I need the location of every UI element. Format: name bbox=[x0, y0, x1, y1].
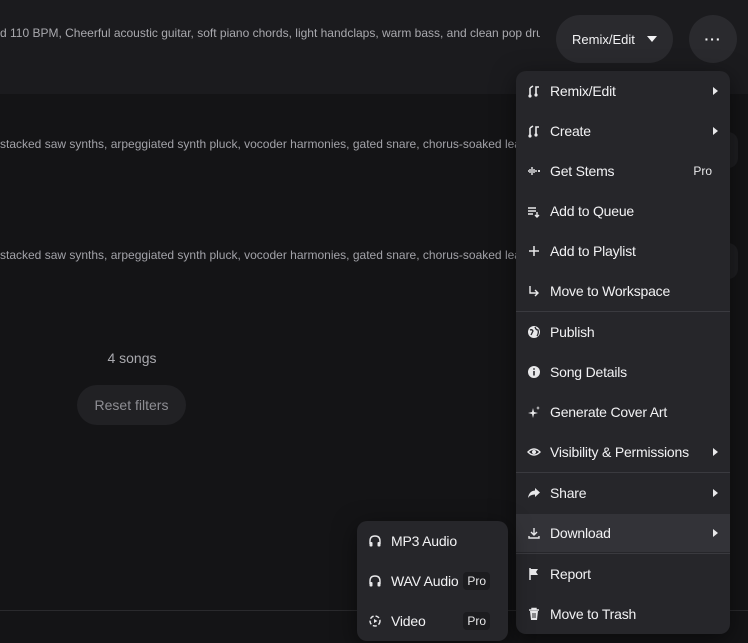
info-icon bbox=[526, 364, 542, 380]
download-wav-audio[interactable]: WAV Audio Pro bbox=[357, 562, 508, 600]
song-description: d 110 BPM, Cheerful acoustic guitar, sof… bbox=[0, 26, 540, 40]
menu-item-label: Move to Workspace bbox=[550, 283, 671, 299]
submenu-item-label: WAV Audio bbox=[391, 573, 459, 589]
menu-item-label: Move to Trash bbox=[550, 606, 637, 622]
menu-item-move-to-workspace[interactable]: Move to Workspace bbox=[516, 272, 730, 310]
move-arrow-icon bbox=[526, 283, 542, 299]
song-row-description: stacked saw synths, arpeggiated synth pl… bbox=[0, 248, 520, 262]
menu-item-visibility-permissions[interactable]: Visibility & Permissions bbox=[516, 433, 730, 471]
chevron-down-icon bbox=[646, 36, 657, 42]
menu-item-create[interactable]: Create bbox=[516, 112, 730, 150]
download-video[interactable]: Video Pro bbox=[357, 602, 508, 640]
menu-item-label: Share bbox=[550, 485, 587, 501]
menu-item-download[interactable]: Download bbox=[516, 514, 730, 552]
trash-icon bbox=[526, 606, 542, 622]
sparkle-icon bbox=[526, 404, 542, 420]
menu-item-add-to-queue[interactable]: Add to Queue bbox=[516, 192, 730, 230]
submenu-item-label: Video bbox=[391, 613, 426, 629]
chevron-right-icon bbox=[713, 127, 718, 135]
menu-item-label: Report bbox=[550, 566, 591, 582]
song-context-menu: Remix/Edit Create Get Stems Pro Add to Q… bbox=[516, 71, 730, 634]
menu-item-label: Remix/Edit bbox=[550, 83, 616, 99]
pro-badge: Pro bbox=[463, 572, 490, 590]
create-icon bbox=[526, 123, 542, 139]
menu-item-publish[interactable]: Publish bbox=[516, 313, 730, 351]
headphones-icon bbox=[367, 573, 383, 589]
songs-count: 4 songs bbox=[107, 350, 157, 366]
queue-icon bbox=[526, 203, 542, 219]
stems-icon bbox=[526, 163, 542, 179]
menu-item-get-stems[interactable]: Get Stems Pro bbox=[516, 152, 730, 190]
menu-divider bbox=[516, 472, 730, 473]
menu-item-add-to-playlist[interactable]: Add to Playlist bbox=[516, 232, 730, 270]
ellipsis-icon: ··· bbox=[704, 31, 722, 47]
pro-badge: Pro bbox=[463, 612, 490, 630]
remix-icon bbox=[526, 83, 542, 99]
menu-item-label: Publish bbox=[550, 324, 595, 340]
menu-item-label: Get Stems bbox=[550, 163, 615, 179]
globe-icon bbox=[526, 324, 542, 340]
menu-item-label: Create bbox=[550, 123, 591, 139]
more-options-button[interactable]: ··· bbox=[689, 15, 737, 63]
menu-item-report[interactable]: Report bbox=[516, 555, 730, 593]
menu-divider bbox=[516, 553, 730, 554]
menu-item-song-details[interactable]: Song Details bbox=[516, 353, 730, 391]
menu-item-move-to-trash[interactable]: Move to Trash bbox=[516, 595, 730, 633]
menu-item-label: Download bbox=[550, 525, 611, 541]
menu-item-label: Visibility & Permissions bbox=[550, 444, 689, 460]
video-icon bbox=[367, 613, 383, 629]
song-row-description: stacked saw synths, arpeggiated synth pl… bbox=[0, 137, 520, 151]
chevron-right-icon bbox=[713, 87, 718, 95]
eye-icon bbox=[526, 444, 542, 460]
remix-edit-button[interactable]: Remix/Edit bbox=[556, 15, 673, 63]
share-icon bbox=[526, 485, 542, 501]
menu-item-generate-cover-art[interactable]: Generate Cover Art bbox=[516, 393, 730, 431]
download-icon bbox=[526, 525, 542, 541]
menu-item-label: Add to Queue bbox=[550, 203, 634, 219]
menu-item-label: Add to Playlist bbox=[550, 243, 636, 259]
download-mp3-audio[interactable]: MP3 Audio bbox=[357, 522, 508, 560]
remix-edit-label: Remix/Edit bbox=[572, 31, 635, 47]
menu-item-remix-edit[interactable]: Remix/Edit bbox=[516, 72, 730, 110]
menu-item-label: Song Details bbox=[550, 364, 627, 380]
menu-item-label: Generate Cover Art bbox=[550, 404, 668, 420]
headphones-icon bbox=[367, 533, 383, 549]
plus-icon bbox=[526, 243, 542, 259]
reset-filters-button[interactable]: Reset filters bbox=[77, 385, 186, 425]
menu-divider bbox=[516, 311, 730, 312]
chevron-right-icon bbox=[713, 489, 718, 497]
download-submenu: MP3 Audio WAV Audio Pro Video Pro bbox=[357, 521, 508, 641]
chevron-right-icon bbox=[713, 529, 718, 537]
chevron-right-icon bbox=[713, 448, 718, 456]
menu-item-share[interactable]: Share bbox=[516, 474, 730, 512]
submenu-item-label: MP3 Audio bbox=[391, 533, 457, 549]
pro-badge: Pro bbox=[693, 164, 712, 178]
flag-icon bbox=[526, 566, 542, 582]
